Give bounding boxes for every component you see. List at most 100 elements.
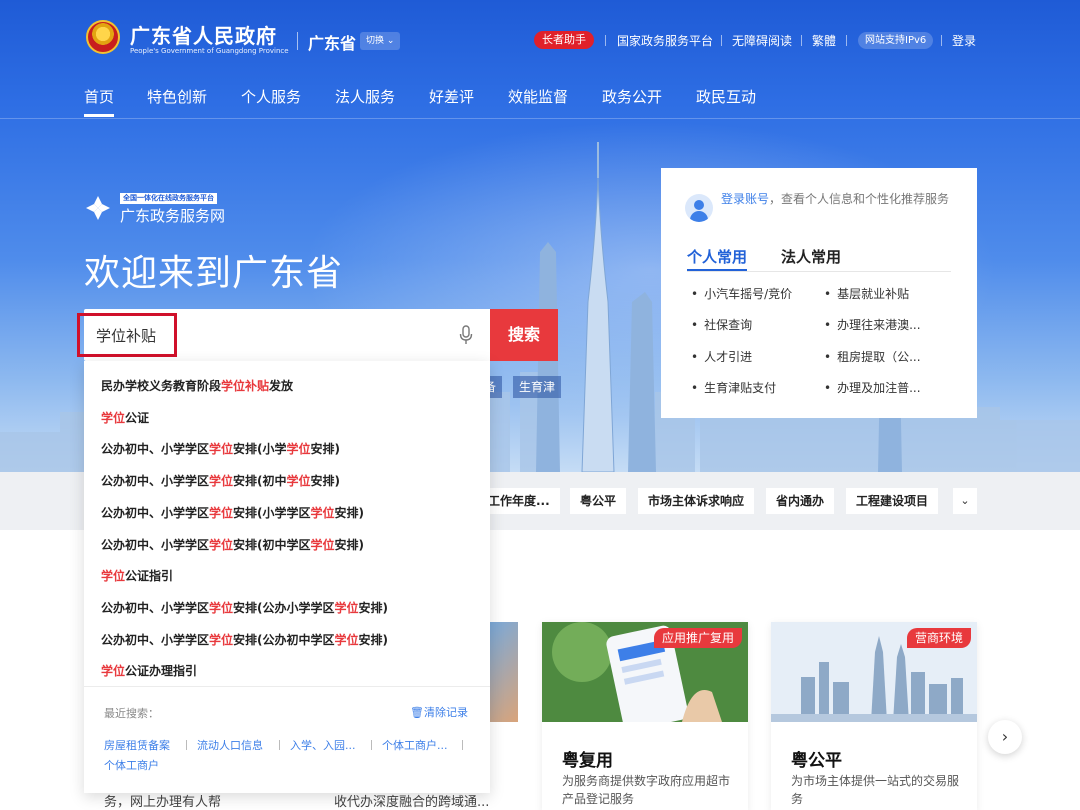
suggestion-text: 公办初中、小学学区 — [101, 537, 210, 552]
search-suggestion-item[interactable]: 公办初中、小学学区学位安排(小学学位安排) — [101, 440, 340, 457]
matched-keyword: 学位 — [101, 410, 126, 425]
site-title[interactable]: 广东省人民政府 — [130, 20, 277, 49]
search-suggestion-item[interactable]: 公办初中、小学学区学位安排(公办初中学区学位安排) — [101, 631, 388, 648]
common-service-item[interactable]: 生育津贴支付 — [691, 379, 776, 396]
suggestion-text: 公办初中、小学学区 — [101, 474, 210, 489]
app-card-badge: 应用推广复用 — [653, 628, 742, 648]
suggestion-text: 安排) — [358, 600, 389, 615]
common-service-item[interactable]: 办理往来港澳... — [824, 316, 920, 333]
suggestion-text: 公办初中、小学学区 — [101, 505, 210, 520]
search-button[interactable]: 搜索 — [490, 309, 558, 361]
topic-tag[interactable]: 市场主体诉求响应 — [638, 488, 755, 514]
chevron-down-icon: ⌄ — [384, 36, 395, 46]
suggestion-text: 安排) — [334, 505, 365, 520]
nav-item-innovation[interactable]: 特色创新 — [147, 86, 207, 107]
national-emblem-icon — [86, 20, 120, 54]
suggestion-text: 公办初中、小学学区 — [101, 442, 210, 457]
topic-tag[interactable]: 工作年度... — [478, 488, 560, 514]
national-platform-link[interactable]: 国家政务服务平台 — [617, 32, 713, 49]
nav-divider — [0, 118, 1080, 119]
suggestion-text: 公办初中、小学学区 — [101, 632, 210, 647]
matched-keyword: 学位 — [334, 632, 359, 647]
clear-history-label: 清除记录 — [423, 706, 468, 719]
welcome-heading: 欢迎来到广东省 — [84, 253, 344, 294]
recent-divider — [371, 740, 372, 750]
common-service-item[interactable]: 小汽车摇号/竞价 — [691, 285, 792, 302]
recent-search-item[interactable]: 个体工商户 — [104, 757, 159, 773]
search-suggestion-item[interactable]: 学位公证指引 — [101, 567, 173, 584]
recent-search-item[interactable]: 个体工商户... — [382, 737, 448, 753]
carousel-next-button[interactable]: › — [988, 720, 1022, 754]
recent-search-item[interactable]: 入学、入园... — [290, 737, 356, 753]
suggestion-text: 安排(初中学区 — [233, 537, 311, 552]
matched-keyword: 学位 — [209, 442, 234, 457]
nav-item-supervision[interactable]: 效能监督 — [508, 86, 568, 107]
nav-item-disclosure[interactable]: 政务公开 — [602, 86, 662, 107]
link-divider — [846, 35, 847, 46]
accessibility-link[interactable]: 无障碍阅读 — [732, 32, 792, 49]
nav-item-corporate[interactable]: 法人服务 — [335, 86, 395, 107]
chevron-down-icon[interactable]: ⌄ — [953, 488, 977, 514]
nav-item-personal[interactable]: 个人服务 — [241, 86, 301, 107]
site-subtitle: People's Government of Guangdong Provinc… — [130, 47, 289, 55]
app-card-badge: 营商环境 — [906, 628, 971, 648]
tab-corporate-common[interactable]: 法人常用 — [781, 246, 841, 267]
recent-search-item[interactable]: 流动人口信息 — [197, 737, 263, 753]
elder-assistant-button[interactable]: 长者助手 — [534, 31, 594, 49]
topic-tag[interactable]: 省内通办 — [766, 488, 835, 514]
suggestion-text: 安排(小学 — [233, 442, 287, 457]
search-suggestion-item[interactable]: 公办初中、小学学区学位安排(初中学位安排) — [101, 472, 340, 489]
common-service-item[interactable]: 人才引进 — [691, 348, 752, 365]
topic-tag[interactable]: 工程建设项目 — [846, 488, 939, 514]
common-service-item[interactable]: 社保查询 — [691, 316, 752, 333]
ipv6-badge: 网站支持IPv6 — [858, 32, 934, 49]
tab-divider — [687, 271, 951, 272]
traditional-chinese-link[interactable]: 繁體 — [812, 32, 836, 49]
login-prompt-text: ，查看个人信息和个性化推荐服务 — [769, 192, 950, 206]
search-suggestion-item[interactable]: 民办学校义务教育阶段学位补贴发放 — [101, 377, 293, 394]
app-card-description: 为市场主体提供一站式的交易服务 — [791, 774, 960, 806]
app-card-yue-gongping[interactable]: 营商环境 粤公平 为市场主体提供一站式的交易服务 — [771, 622, 977, 810]
search-suggestion-item[interactable]: 公办初中、小学学区学位安排(公办小学学区学位安排) — [101, 599, 388, 616]
matched-keyword: 学位补贴 — [221, 379, 270, 393]
common-service-item[interactable]: 办理及加注普... — [824, 379, 920, 396]
matched-keyword: 学位 — [101, 664, 126, 679]
common-service-item[interactable]: 基层就业补贴 — [824, 285, 909, 302]
suggestion-text: 公证 — [125, 410, 150, 425]
suggestion-text: 公证办理指引 — [125, 664, 198, 679]
matched-keyword: 学位 — [286, 442, 311, 457]
nav-item-interaction[interactable]: 政民互动 — [696, 86, 756, 107]
nav-item-rating[interactable]: 好差评 — [429, 86, 474, 107]
app-card-image[interactable] — [490, 622, 518, 722]
suggestion-text: 发放 — [269, 379, 294, 393]
search-suggestion-item[interactable]: 学位公证办理指引 — [101, 662, 197, 679]
matched-keyword: 学位 — [310, 537, 335, 552]
login-link[interactable]: 登录 — [952, 32, 976, 49]
nav-item-home[interactable]: 首页 — [84, 86, 114, 107]
matched-keyword: 学位 — [209, 537, 234, 552]
login-account-link[interactable]: 登录账号 — [721, 192, 769, 206]
search-suggestion-item[interactable]: 学位公证 — [101, 409, 149, 426]
recent-search-item[interactable]: 房屋租赁备案 — [104, 737, 170, 753]
login-card: 登录账号，查看个人信息和个性化推荐服务 个人常用 法人常用 小汽车摇号/竞价 社… — [661, 168, 977, 418]
login-prompt: 登录账号，查看个人信息和个性化推荐服务 — [721, 190, 961, 209]
search-suggestion-item[interactable]: 公办初中、小学学区学位安排(初中学区学位安排) — [101, 536, 364, 553]
hot-keyword-chip[interactable]: 生育津 — [513, 376, 562, 398]
region-switch-button[interactable]: 切换 ⌄ — [360, 32, 401, 50]
suggestion-text: 安排(公办初中学区 — [233, 632, 335, 647]
suggestion-text: 安排) — [334, 537, 365, 552]
common-service-item[interactable]: 租房提取（公... — [824, 348, 920, 365]
app-card-yue-fuyong[interactable]: 应用推广复用 粤复用 为服务商提供数字政府应用超市产品登记服务 — [542, 622, 748, 810]
suggestion-text: 公证指引 — [125, 569, 174, 584]
matched-keyword: 学位 — [209, 632, 234, 647]
chevron-right-icon: › — [1001, 727, 1009, 746]
search-suggestion-item[interactable]: 公办初中、小学学区学位安排(小学学区学位安排) — [101, 504, 364, 521]
matched-keyword: 学位 — [334, 600, 359, 615]
topic-tag[interactable]: 粤公平 — [570, 488, 627, 514]
app-card-description: 为服务商提供数字政府应用超市产品登记服务 — [562, 774, 731, 806]
suggestion-text: 安排) — [310, 474, 341, 489]
microphone-icon[interactable] — [459, 325, 473, 345]
tab-personal-common[interactable]: 个人常用 — [687, 246, 747, 267]
recent-search-label: 最近搜索： — [104, 707, 159, 720]
clear-history-button[interactable]: 🗑清除记录 — [410, 704, 468, 720]
